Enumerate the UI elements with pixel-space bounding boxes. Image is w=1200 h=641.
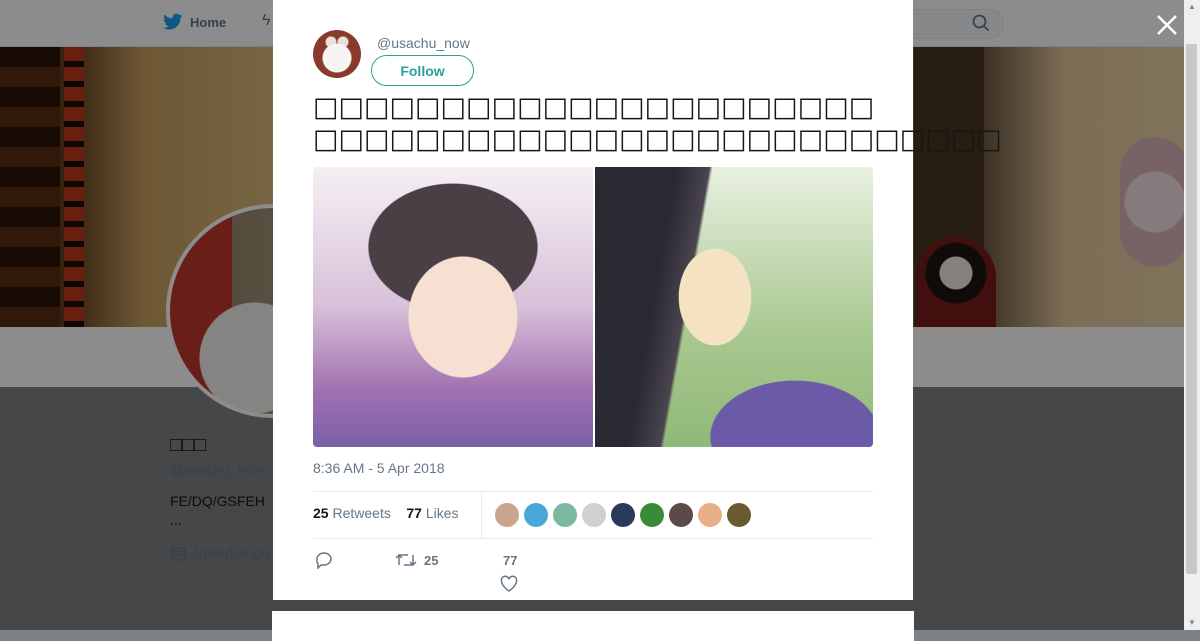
retweet-icon[interactable] bbox=[395, 551, 417, 569]
tweet-avatar[interactable] bbox=[313, 30, 361, 78]
scroll-down-arrow-icon[interactable]: ▼ bbox=[1188, 618, 1196, 627]
liker-avatar[interactable] bbox=[698, 503, 722, 527]
retweets-count[interactable]: 25 bbox=[313, 505, 329, 521]
tweet-text: □□□□□□□□□□□□□□□□□□□□□□ □□□□□□□□□□□□□□□□□… bbox=[313, 92, 1002, 156]
likes-count[interactable]: 77 bbox=[406, 505, 422, 521]
retweet-action-count[interactable]: 25 bbox=[424, 553, 438, 568]
tweet-timestamp[interactable]: 8:36 AM - 5 Apr 2018 bbox=[313, 460, 445, 476]
liker-avatar[interactable] bbox=[553, 503, 577, 527]
liker-avatar[interactable] bbox=[669, 503, 693, 527]
scrollbar-thumb[interactable] bbox=[1186, 44, 1197, 574]
tweet-text-line: □□□□□□□□□□□□□□□□□□□□□□□□□□□ bbox=[313, 124, 1002, 155]
liker-avatar[interactable] bbox=[727, 503, 751, 527]
liker-avatar[interactable] bbox=[524, 503, 548, 527]
tweet-image-right[interactable] bbox=[595, 167, 873, 447]
liker-avatar[interactable] bbox=[640, 503, 664, 527]
tweet-stats: 25 Retweets 77 Likes bbox=[313, 505, 459, 521]
heart-icon[interactable] bbox=[500, 575, 518, 593]
tweet-handle[interactable]: @usachu_now bbox=[377, 35, 470, 51]
follow-button[interactable]: Follow bbox=[371, 55, 474, 86]
stats-separator bbox=[481, 492, 482, 538]
close-icon[interactable] bbox=[1154, 12, 1180, 38]
likes-label[interactable]: Likes bbox=[426, 505, 459, 521]
next-tweet-card bbox=[272, 611, 914, 641]
divider bbox=[313, 491, 873, 492]
divider bbox=[313, 538, 873, 539]
liker-avatars bbox=[495, 503, 751, 527]
tweet-modal: @usachu_now Follow □□□□□□□□□□□□□□□□□□□□□… bbox=[273, 0, 1002, 600]
reply-icon[interactable] bbox=[315, 551, 333, 569]
retweets-label[interactable]: Retweets bbox=[332, 505, 390, 521]
tweet-text-line: □□□□□□□□□□□□□□□□□□□□□□ bbox=[313, 92, 875, 123]
tweet-image-left[interactable] bbox=[313, 167, 593, 447]
like-action-count[interactable]: 77 bbox=[503, 553, 517, 568]
tweet-media[interactable] bbox=[313, 167, 873, 447]
liker-avatar[interactable] bbox=[495, 503, 519, 527]
scroll-up-arrow-icon[interactable]: ▲ bbox=[1188, 2, 1196, 11]
liker-avatar[interactable] bbox=[582, 503, 606, 527]
liker-avatar[interactable] bbox=[611, 503, 635, 527]
